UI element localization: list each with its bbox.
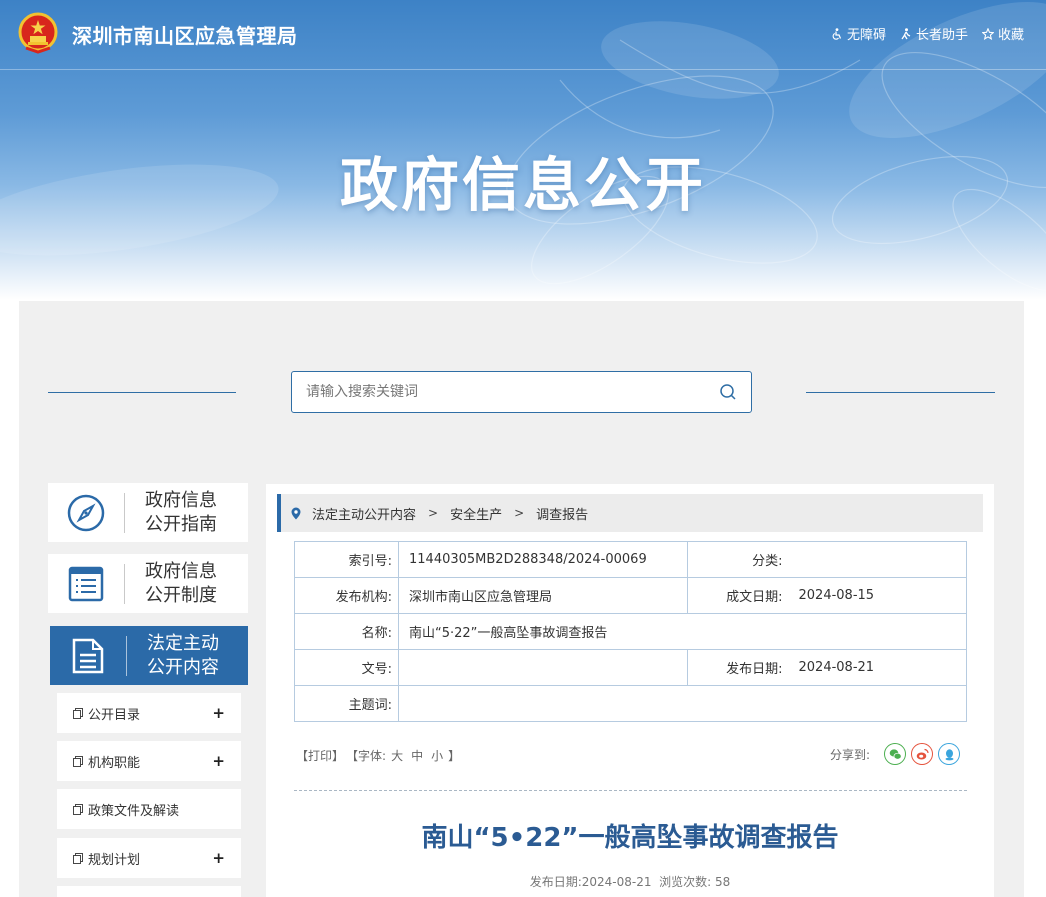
sidebar-subitem-functions[interactable]: 机构职能 + [57, 741, 241, 781]
favorite-link[interactable]: 收藏 [981, 24, 1024, 43]
breadcrumb-item-safety[interactable]: 安全生产 [450, 504, 502, 523]
sidebar-subitem-next[interactable] [57, 886, 241, 897]
article-title: 南山“5•22”一般高坠事故调查报告 [421, 823, 839, 853]
publisher-value: 深圳市南山区应急管理局 [398, 577, 688, 614]
sidebar-card-label-line1: 政府信息 [145, 560, 217, 582]
created-date-value: 2024-08-15 [792, 577, 967, 614]
search-input[interactable] [306, 384, 719, 400]
font-small-button[interactable]: 小 [431, 747, 443, 764]
sidebar-subitem-label: 公开目录 [88, 707, 141, 723]
compass-icon [67, 494, 105, 531]
top-bar: 深圳市南山区应急管理局 无障碍 长者助手 收藏 [0, 0, 1046, 70]
subject-label: 主题词: [294, 685, 399, 722]
document-small-icon [73, 803, 83, 815]
sidebar-subitem-label: 政策文件及解读 [88, 803, 180, 819]
divider [294, 790, 967, 791]
wechat-icon [889, 748, 902, 760]
content-panel: 法定主动公开内容 > 安全生产 > 调查报告 索引号: 11440305MB2D… [266, 484, 994, 897]
location-pin-icon [291, 507, 301, 519]
docno-label: 文号: [294, 649, 399, 686]
category-value [792, 541, 967, 578]
national-emblem-logo [18, 12, 58, 54]
accessibility-icon [832, 27, 842, 40]
docno-value [398, 649, 688, 686]
article-views-label: 浏览次数: [659, 875, 712, 889]
breadcrumb-item-report[interactable]: 调查报告 [536, 504, 588, 523]
sidebar-card-label-line1: 法定主动 [147, 632, 219, 654]
document-small-icon [73, 707, 83, 719]
sidebar-card-label-line1: 政府信息 [145, 489, 217, 511]
font-medium-button[interactable]: 中 [411, 747, 423, 764]
main-container: 政府信息公开指南 政府信息公开制度 法定主动公开内容 公开目录 + 机构职能 +… [19, 301, 1024, 897]
share-weibo-button[interactable] [911, 743, 933, 765]
breadcrumb-item-statutory[interactable]: 法定主动公开内容 [312, 504, 416, 523]
category-label: 分类: [687, 541, 793, 578]
sidebar-card-statutory-content[interactable]: 法定主动 公开内容 [50, 626, 248, 685]
search-divider-right [806, 392, 995, 393]
search-icon[interactable] [719, 383, 737, 401]
publisher-label: 发布机构: [294, 577, 399, 614]
sidebar-subitem-policy-docs[interactable]: 政策文件及解读 [57, 789, 241, 829]
weibo-icon [916, 748, 929, 759]
sidebar-subitem-catalog[interactable]: 公开目录 + [57, 693, 241, 733]
font-large-button[interactable]: 大 [391, 747, 403, 764]
share-label: 分享到: [829, 747, 870, 762]
search-box [291, 371, 752, 413]
banner-title: 政府信息公开 [339, 151, 706, 219]
article-views-value: 58 [715, 875, 731, 889]
accessibility-link[interactable]: 无障碍 [831, 24, 886, 43]
document-icon [72, 638, 104, 673]
list-document-icon [68, 566, 104, 601]
sidebar-subitem-label: 机构职能 [88, 755, 141, 771]
document-small-icon [73, 755, 83, 767]
search-divider-left [48, 392, 236, 393]
sidebar-card-label-line2: 公开制度 [145, 584, 217, 606]
accessibility-label: 无障碍 [846, 28, 886, 43]
font-size-label: 【字体: [346, 749, 387, 763]
font-size-close: 】 [448, 749, 461, 763]
breadcrumb-separator: > [514, 506, 525, 520]
sidebar-card-label-line2: 公开内容 [147, 656, 219, 678]
share-qq-button[interactable] [938, 743, 960, 765]
subject-value [398, 685, 967, 722]
publish-date-label: 发布日期: [687, 649, 793, 686]
document-metadata-table: 索引号: 11440305MB2D288348/2024-00069 分类: 发… [294, 541, 967, 722]
sidebar-card-label-line2: 公开指南 [145, 513, 217, 535]
favorite-label: 收藏 [997, 28, 1024, 43]
elderly-helper-link[interactable]: 长者助手 [900, 24, 968, 43]
expand-icon[interactable]: + [212, 752, 225, 770]
document-small-icon [73, 852, 83, 864]
sidebar-card-disclosure-guide[interactable]: 政府信息 公开指南 [48, 483, 248, 542]
elderly-helper-icon [901, 27, 911, 39]
qq-icon [945, 748, 953, 760]
name-value: 南山“5·22”一般高坠事故调查报告 [398, 613, 967, 650]
article-tools: 【打印】 【字体: 大 中 小 】 [296, 747, 460, 764]
top-links: 无障碍 长者助手 收藏 [831, 24, 1024, 43]
sidebar-subitem-label: 规划计划 [88, 852, 141, 868]
expand-icon[interactable]: + [212, 704, 225, 722]
sidebar-subitem-plans[interactable]: 规划计划 + [57, 838, 241, 878]
article-date-label: 发布日期: [529, 875, 582, 889]
article-date-value: 2024-08-21 [581, 875, 652, 889]
star-icon [981, 27, 994, 40]
share-bar: 分享到: [830, 743, 960, 765]
print-button[interactable]: 【打印】 [296, 747, 344, 764]
created-date-label: 成文日期: [687, 577, 793, 614]
breadcrumb: 法定主动公开内容 > 安全生产 > 调查报告 [277, 494, 983, 532]
breadcrumb-separator: > [428, 506, 439, 520]
site-name[interactable]: 深圳市南山区应急管理局 [72, 20, 298, 49]
publish-date-value: 2024-08-21 [792, 649, 967, 686]
share-wechat-button[interactable] [884, 743, 906, 765]
elderly-helper-label: 长者助手 [915, 28, 968, 43]
article-meta: 发布日期:2024-08-21 浏览次数: 58 [266, 873, 994, 890]
index-label: 索引号: [294, 541, 399, 578]
name-label: 名称: [294, 613, 399, 650]
header-banner: 深圳市南山区应急管理局 无障碍 长者助手 收藏 政府信息公开 [0, 0, 1046, 300]
index-value: 11440305MB2D288348/2024-00069 [398, 541, 688, 578]
expand-icon[interactable]: + [212, 849, 225, 867]
sidebar-card-disclosure-system[interactable]: 政府信息 公开制度 [48, 554, 248, 613]
